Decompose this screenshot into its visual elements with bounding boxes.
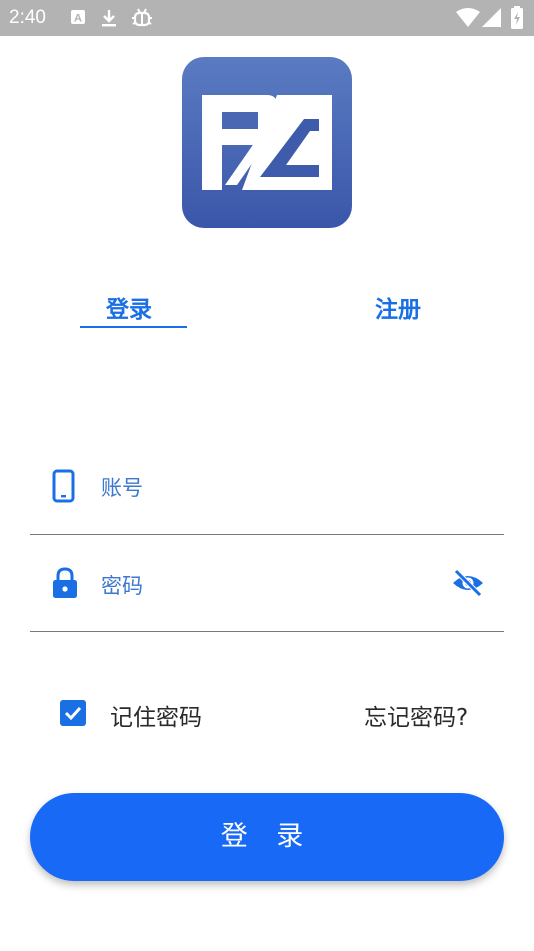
phone-icon xyxy=(52,469,76,507)
tab-register[interactable]: 注册 xyxy=(375,290,421,324)
bug-icon xyxy=(130,6,154,34)
account-divider xyxy=(30,534,504,535)
eye-off-icon[interactable] xyxy=(451,568,485,602)
remember-checkbox[interactable] xyxy=(60,700,86,726)
password-divider xyxy=(30,631,504,632)
status-time: 2:40 xyxy=(9,7,46,28)
lock-icon xyxy=(52,566,78,604)
tab-active-indicator xyxy=(80,326,187,328)
signal-icon xyxy=(482,8,502,32)
wifi-icon xyxy=(456,8,480,32)
battery-icon xyxy=(511,6,523,34)
pa-logo-icon xyxy=(202,95,332,190)
remember-label: 记住密码 xyxy=(110,705,202,731)
app-logo xyxy=(182,57,352,228)
svg-text:A: A xyxy=(74,13,82,25)
status-bar: 2:40 A xyxy=(0,0,534,36)
check-icon xyxy=(64,706,82,721)
login-button[interactable]: 登 录 xyxy=(30,793,504,881)
notification-a-icon: A xyxy=(70,9,86,29)
password-input[interactable] xyxy=(100,566,444,606)
download-icon xyxy=(100,8,118,32)
forgot-password-link[interactable]: 忘记密码? xyxy=(364,698,468,732)
account-input[interactable] xyxy=(100,468,494,508)
tab-login[interactable]: 登录 xyxy=(106,290,152,324)
